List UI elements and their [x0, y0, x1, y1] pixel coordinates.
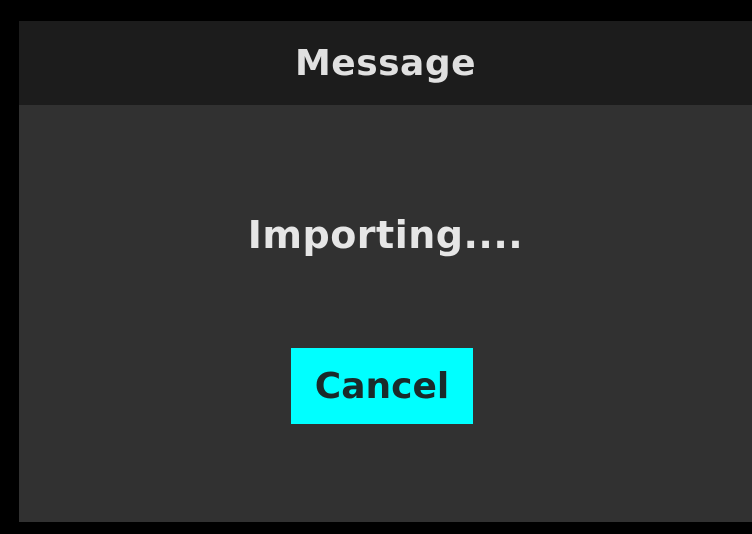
dialog-title-bar: Message — [19, 21, 752, 105]
message-dialog: Message Importing.... Cancel — [19, 21, 752, 522]
cancel-button[interactable]: Cancel — [291, 348, 473, 424]
dialog-message: Importing.... — [247, 213, 524, 257]
screen: Message Importing.... Cancel — [0, 0, 752, 534]
dialog-title: Message — [294, 42, 477, 84]
